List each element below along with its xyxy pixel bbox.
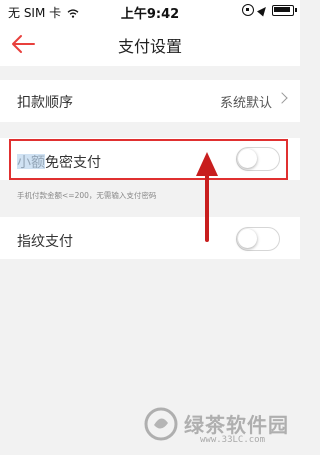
deduction-order-row[interactable]: 扣款顺序 系统默认 (0, 80, 300, 122)
fingerprint-payment-label: 指纹支付 (17, 234, 73, 250)
fingerprint-payment-row: 指纹支付 (0, 217, 300, 259)
annotation-arrow-icon (196, 152, 218, 242)
status-icons (242, 3, 297, 17)
page-title: 支付设置 (117, 37, 182, 56)
orientation-lock-icon (242, 4, 254, 16)
small-amount-hint: 手机付款金额<=200，无需输入支付密码 (17, 191, 157, 200)
watermark-text: 绿茶软件园 (184, 413, 289, 437)
fingerprint-payment-toggle[interactable] (236, 227, 280, 251)
annotation-highlight-box (9, 139, 288, 180)
location-icon (257, 3, 269, 17)
chevron-right-icon (276, 92, 288, 104)
navigation-bar: 支付设置 (0, 22, 300, 66)
battery-icon (272, 4, 297, 16)
watermark-logo-icon (144, 407, 178, 441)
watermark-url: www.33LC.com (200, 435, 266, 445)
status-bar: 无 SIM 卡 上午9:42 (0, 0, 300, 22)
watermark: 绿茶软件园 www.33LC.com (144, 405, 294, 449)
deduction-order-label: 扣款顺序 (17, 95, 73, 111)
deduction-order-value: 系统默认 (219, 96, 272, 111)
toggle-knob (238, 229, 257, 248)
